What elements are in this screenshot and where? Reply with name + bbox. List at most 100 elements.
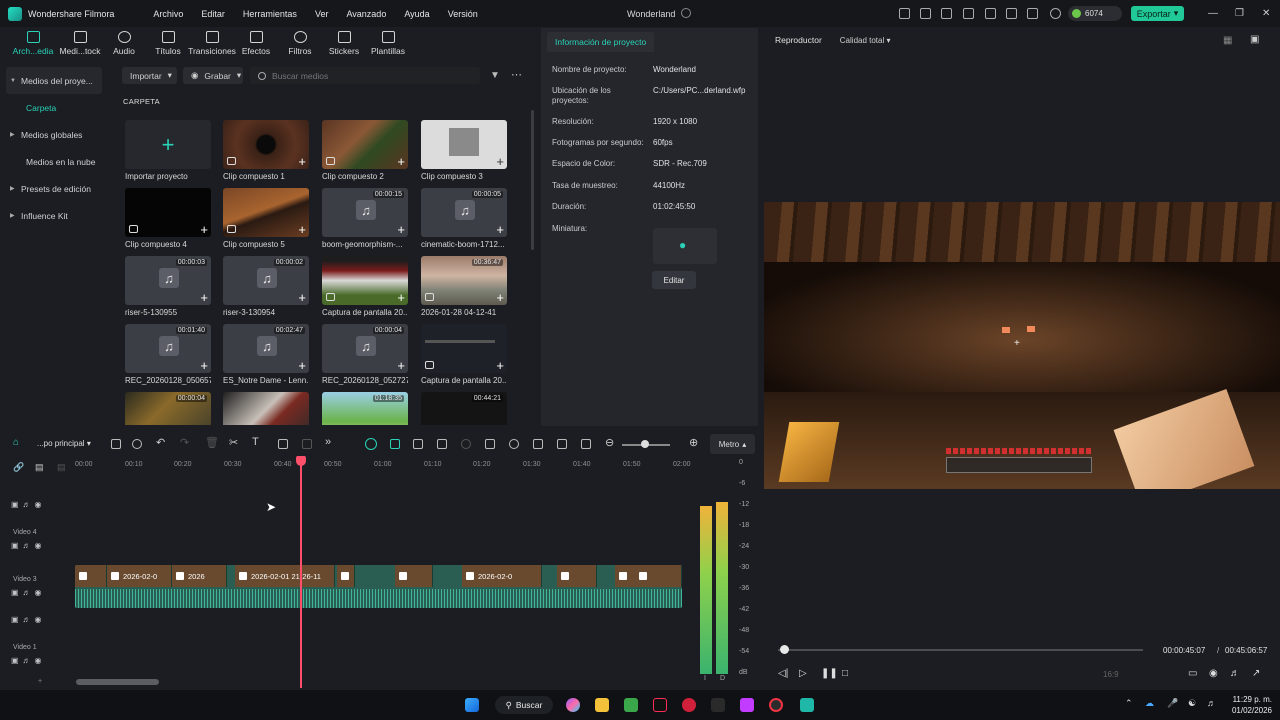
settings-icon[interactable] [1027, 8, 1038, 19]
timeline-clip[interactable] [395, 565, 433, 587]
marker-icon[interactable] [413, 439, 423, 449]
home-icon[interactable]: ⌂ [13, 437, 19, 448]
audio-mixer-icon[interactable] [533, 439, 543, 449]
menu-ver[interactable]: Ver [306, 9, 338, 19]
media-item[interactable]: 00:00:15 ♫ + boom-geomorphism-... [322, 188, 408, 249]
filmora-taskbar-icon[interactable] [800, 698, 814, 712]
media-item[interactable] [223, 392, 309, 425]
text-icon[interactable]: T [252, 436, 259, 448]
opera-icon[interactable] [682, 698, 696, 712]
sidebar-item-global-media[interactable]: ▶ Medios globales [6, 121, 102, 148]
credits-badge[interactable]: 6074 [1068, 6, 1122, 21]
redo-icon[interactable]: ↷ [180, 436, 189, 449]
aspect-ratio-select[interactable]: 16:9 [1103, 670, 1119, 679]
tab-efectos[interactable]: Efectos [234, 27, 278, 63]
add-icon[interactable]: + [397, 223, 405, 236]
timeline-ruler[interactable]: 00:00 00:10 00:20 00:30 00:40 00:50 01:0… [75, 458, 691, 472]
windows-start-icon[interactable] [465, 698, 479, 712]
cut-icon[interactable]: ✂ [229, 436, 238, 449]
replace-icon[interactable] [557, 439, 567, 449]
stop-icon[interactable]: □ [842, 668, 848, 679]
add-icon[interactable]: + [298, 223, 306, 236]
media-item[interactable]: 00:00:02 ♫ + riser-3-130954 [223, 256, 309, 317]
track-controls[interactable]: ▣♬◉ [11, 588, 46, 597]
add-icon[interactable]: + [298, 155, 306, 168]
tab-plantillas[interactable]: Plantillas [366, 27, 410, 63]
restore-icon[interactable]: ❐ [1235, 8, 1244, 19]
media-item[interactable]: 00:02:47 ♫ + ES_Notre Dame - Lenn... [223, 324, 309, 385]
playhead-handle[interactable] [296, 456, 306, 466]
media-item[interactable]: 00:00:04 [125, 392, 211, 425]
microphone-tray-icon[interactable]: 🎤 [1167, 698, 1178, 709]
taskbar-search[interactable]: ⚲ Buscar [495, 696, 553, 714]
system-clock[interactable]: 11:29 p. m. 01/02/2026 [1228, 694, 1272, 716]
filter-icon[interactable]: ▼ [490, 70, 500, 81]
sidebar-item-carpeta[interactable]: Carpeta [6, 94, 102, 121]
media-scrollbar[interactable] [531, 110, 534, 250]
track-controls[interactable]: ▣♬◉ [11, 615, 46, 624]
layout-icon[interactable] [111, 439, 121, 449]
track-controls[interactable]: ▣♬◉ [11, 500, 46, 509]
delete-icon[interactable]: 🗑 [205, 436, 219, 449]
add-icon[interactable]: + [496, 223, 504, 236]
ai-tool-icon[interactable] [437, 439, 447, 449]
minimize-icon[interactable]: — [1208, 8, 1218, 19]
add-icon[interactable]: + [496, 155, 504, 168]
menu-archivo[interactable]: Archivo [144, 9, 192, 19]
timeline-clip[interactable] [75, 565, 107, 587]
menu-version[interactable]: Versión [439, 9, 487, 19]
file-explorer-icon[interactable] [595, 698, 609, 712]
playback-scrubber[interactable] [778, 649, 1143, 651]
tab-audio[interactable]: Audio [102, 27, 146, 63]
media-item[interactable]: 00:44:21 [421, 392, 507, 425]
send-icon[interactable] [920, 8, 931, 19]
media-item[interactable]: + Clip compuesto 3 [421, 120, 507, 181]
collapse-icon[interactable]: + [38, 678, 42, 685]
sidebar-item-edit-presets[interactable]: ▶ Presets de edición [6, 175, 102, 202]
media-item[interactable]: + Clip compuesto 1 [223, 120, 309, 181]
shield-icon[interactable] [485, 439, 495, 449]
media-item[interactable]: + Clip compuesto 5 [223, 188, 309, 249]
media-item[interactable]: + Clip compuesto 2 [322, 120, 408, 181]
mask-icon[interactable] [302, 439, 312, 449]
media-item[interactable]: 00:01:40 ♫ + REC_20260128_050657 [125, 324, 211, 385]
minecraft-icon[interactable] [624, 698, 638, 712]
show-hidden-icon[interactable]: ⌃ [1125, 698, 1133, 709]
cloud-status-icon[interactable] [681, 8, 691, 18]
menu-avanzado[interactable]: Avanzado [337, 9, 395, 19]
camera-icon[interactable]: ◉ [1209, 668, 1218, 679]
snap-icon[interactable] [390, 439, 400, 449]
media-item[interactable]: 01:18:35 [322, 392, 408, 425]
monitor-icon[interactable]: ▭ [1188, 668, 1197, 679]
tab-stickers[interactable]: Stickers [322, 27, 366, 63]
cloud-icon[interactable] [1006, 8, 1017, 19]
select-tool-icon[interactable] [132, 439, 142, 449]
link-icon[interactable]: 🔗 [13, 462, 24, 473]
tab-filtros[interactable]: Filtros [278, 27, 322, 63]
add-icon[interactable]: + [397, 291, 405, 304]
add-icon[interactable]: + [298, 359, 306, 372]
timeline-clip[interactable] [337, 565, 355, 587]
tiktok-icon[interactable] [653, 698, 667, 712]
add-icon[interactable]: + [200, 359, 208, 372]
snapshot-icon[interactable]: ▣ [1250, 34, 1259, 45]
timeline-clip[interactable]: 2026 [172, 565, 227, 587]
meter-toggle[interactable]: Metro ▴ [710, 434, 755, 454]
import-button[interactable]: Importar ▾ [122, 67, 177, 84]
zoom-out-icon[interactable]: ⊖ [605, 436, 614, 449]
zoom-in-icon[interactable]: ⊕ [689, 436, 698, 449]
tab-transiciones[interactable]: Transiciones [188, 27, 236, 63]
track-controls[interactable]: ▣♬◉ [11, 656, 46, 665]
timeline-clip[interactable] [557, 565, 597, 587]
media-item[interactable]: + Clip compuesto 4 [125, 188, 211, 249]
track-manager-icon[interactable]: ▤ [35, 462, 44, 473]
timeline-clip[interactable] [635, 565, 682, 587]
add-icon[interactable]: + [397, 155, 405, 168]
scrubber-knob[interactable] [780, 645, 789, 654]
search-input[interactable] [272, 70, 472, 81]
gift-icon[interactable] [899, 8, 910, 19]
grid-view-icon[interactable]: ▦ [1223, 35, 1232, 46]
tab-titulos[interactable]: Títulos [146, 27, 190, 63]
play-icon[interactable]: ▷ [799, 668, 807, 679]
tab-project-info[interactable]: Información de proyecto [547, 32, 655, 52]
